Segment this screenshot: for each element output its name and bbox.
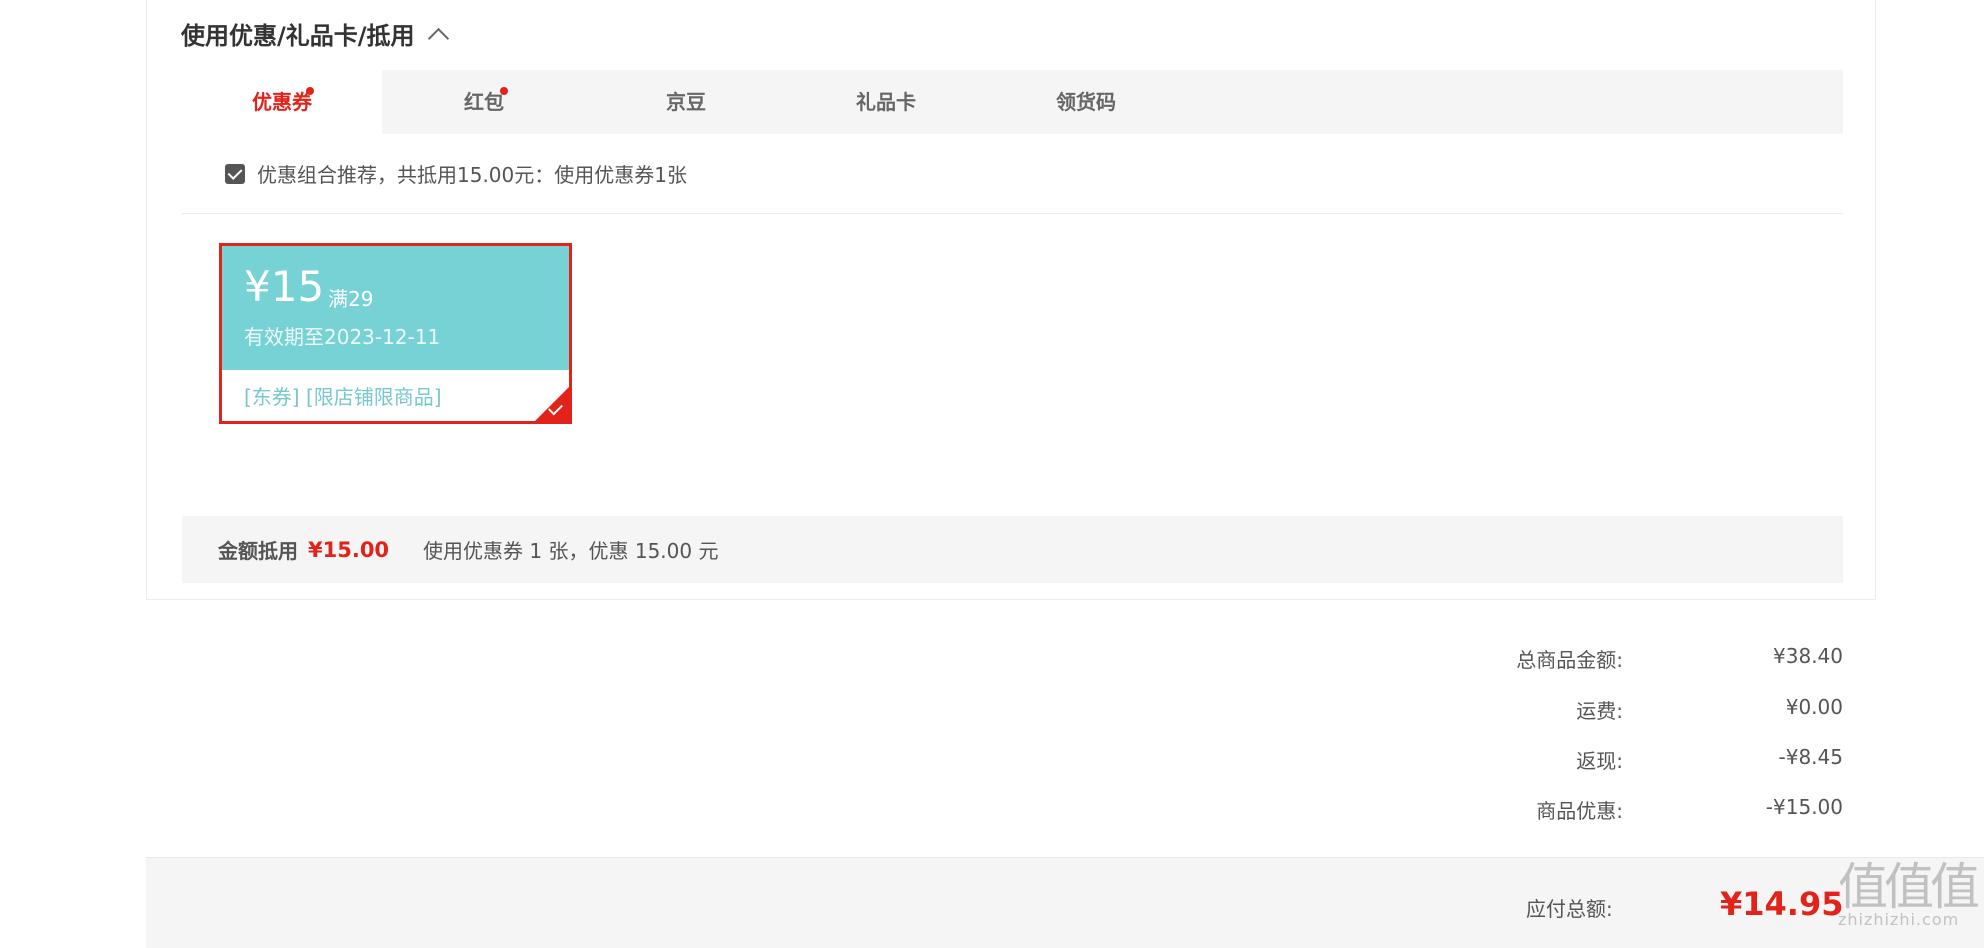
notification-dot (306, 87, 314, 95)
combo-checkbox[interactable] (225, 163, 245, 184)
coupon-tags: [东券] [限店铺限商品] (244, 385, 442, 409)
summary-label: 金额抵用 (218, 539, 298, 563)
tab-coupons[interactable]: 优惠券 (182, 70, 382, 134)
total-value: ¥0.00 (1785, 695, 1843, 719)
summary-description: 使用优惠券 1 张，优惠 15.00 元 (423, 539, 719, 563)
tab-label: 京豆 (666, 90, 706, 114)
tab-gift-card[interactable]: 礼品卡 (786, 70, 986, 134)
tab-label: 红包 (464, 90, 504, 114)
site-watermark: 值值值 zhizhizhi.com (1838, 858, 1984, 939)
total-row-goods: 总商品金额: ¥38.40 (1300, 644, 1843, 674)
total-value: -¥8.45 (1778, 745, 1843, 769)
tab-label: 优惠券 (252, 90, 312, 114)
coupon-amount: ¥15 (244, 262, 325, 311)
total-value: -¥15.00 (1765, 795, 1843, 819)
total-label: 返现: (1576, 749, 1623, 773)
discount-tabs: 优惠券 红包 京豆 礼品卡 领货码 (182, 70, 1843, 134)
section-header[interactable]: 使用优惠/礼品卡/抵用 (181, 16, 449, 51)
watermark-logo: 值值值 (1838, 858, 1980, 916)
combo-text: 优惠组合推荐，共抵用15.00元：使用优惠券1张 (257, 163, 687, 187)
tab-label: 礼品卡 (856, 90, 916, 114)
tab-red-packets[interactable]: 红包 (384, 70, 584, 134)
combo-recommendation: 优惠组合推荐，共抵用15.00元：使用优惠券1张 (182, 134, 1843, 214)
total-label: 运费: (1576, 699, 1623, 723)
total-row-cashback: 返现: -¥8.45 (1300, 745, 1843, 775)
summary-amount: ¥15.00 (308, 537, 390, 562)
section-title: 使用优惠/礼品卡/抵用 (181, 22, 415, 50)
total-row-discount: 商品优惠: -¥15.00 (1300, 795, 1843, 825)
discount-summary: 金额抵用 ¥15.00 使用优惠券 1 张，优惠 15.00 元 (182, 516, 1843, 583)
tab-redeem-code[interactable]: 领货码 (986, 70, 1186, 134)
payable-label: 应付总额: (1526, 897, 1613, 921)
coupon-validity: 有效期至2023-12-11 (244, 325, 441, 349)
tab-jingdou[interactable]: 京豆 (586, 70, 786, 134)
total-value: ¥38.40 (1773, 644, 1843, 668)
payable-amount: ¥14.95 (1720, 885, 1844, 923)
payable-bar: 应付总额: ¥14.95 (146, 857, 1984, 948)
chevron-up-icon[interactable] (427, 27, 449, 49)
coupon-condition: 满29 (328, 287, 374, 311)
total-label: 商品优惠: (1536, 799, 1623, 823)
tab-label: 领货码 (1056, 90, 1116, 114)
total-row-shipping: 运费: ¥0.00 (1300, 695, 1843, 725)
notification-dot (500, 87, 508, 95)
coupon-header: ¥15 满29 有效期至2023-12-11 (222, 246, 569, 370)
total-label: 总商品金额: (1516, 648, 1623, 672)
coupon-card[interactable]: ¥15 满29 有效期至2023-12-11 [东券] [限店铺限商品] (219, 243, 572, 424)
